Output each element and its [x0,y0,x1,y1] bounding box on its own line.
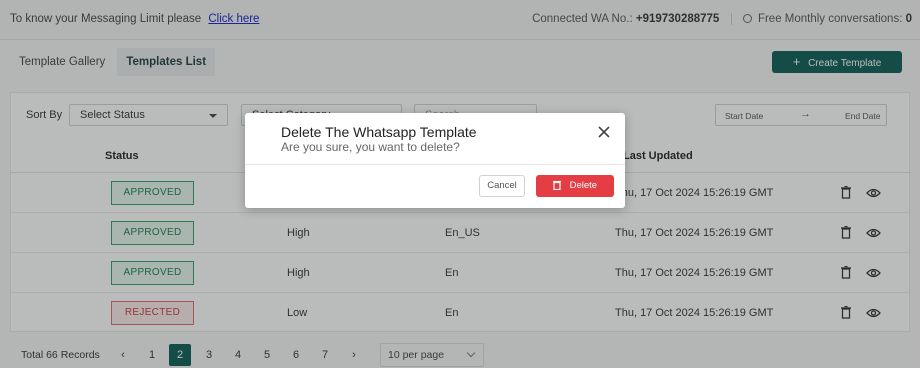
dialog-title: Delete The Whatsapp Template [281,124,477,140]
delete-template-dialog: Delete The Whatsapp Template Are you sur… [245,113,625,208]
trash-icon [552,180,561,191]
close-icon[interactable] [597,125,611,139]
cancel-button[interactable]: Cancel [479,175,525,197]
dialog-subtitle: Are you sure, you want to delete? [281,140,460,154]
delete-button-label: Delete [569,180,598,191]
delete-button[interactable]: Delete [536,175,614,197]
divider [245,164,625,165]
